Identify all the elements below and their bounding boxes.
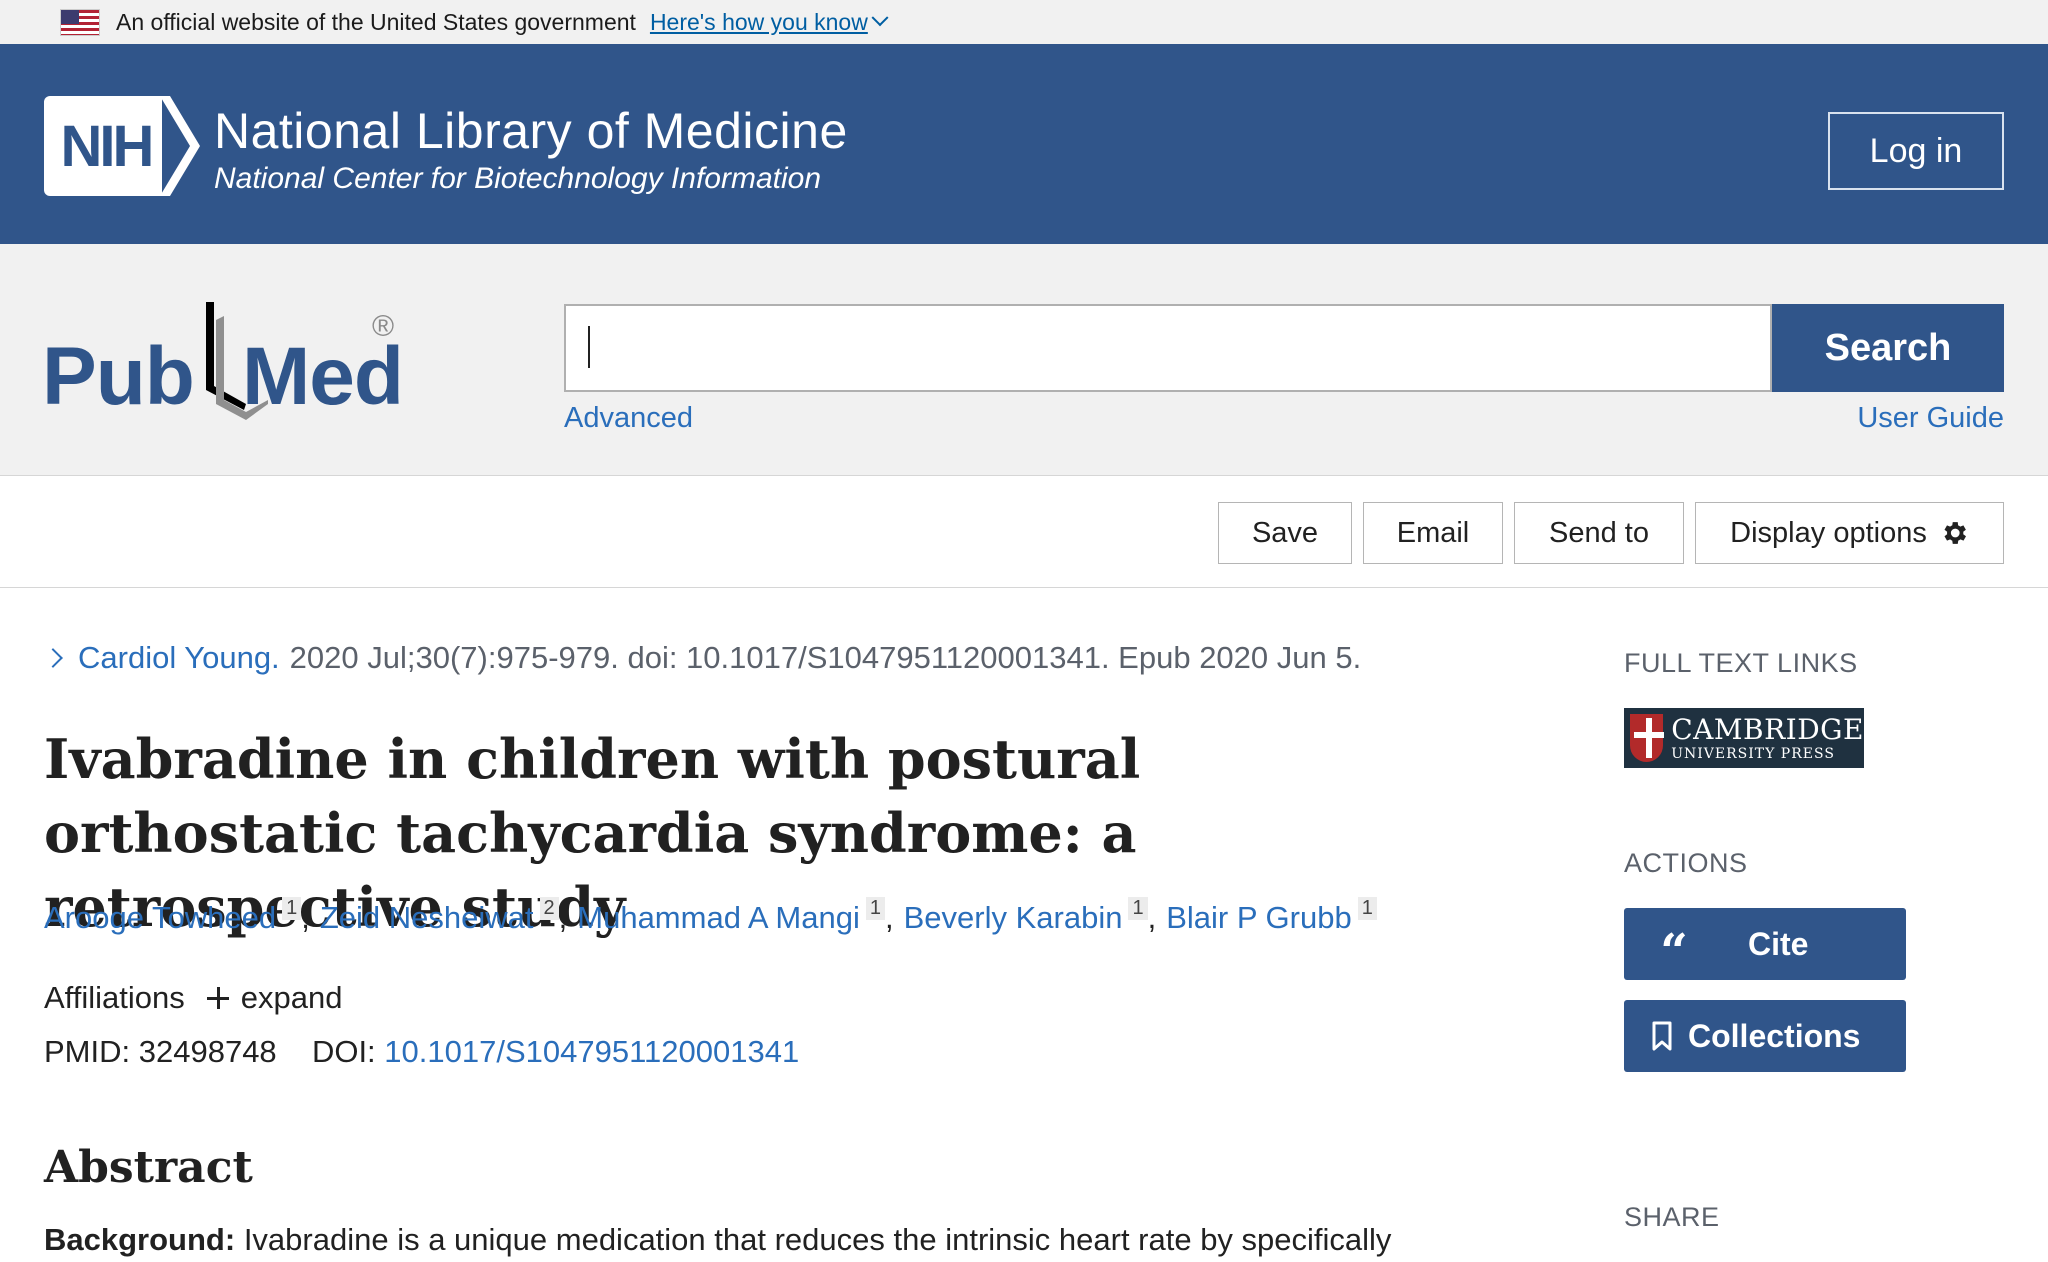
chevron-right-icon[interactable] [43, 648, 63, 668]
nih-header: NIH National Library of Medicine Nationa… [0, 44, 2048, 244]
journal-citation: Cardiol Young. 2020 Jul;30(7):975-979. d… [43, 640, 1362, 676]
gov-banner: An official website of the United States… [0, 0, 2048, 44]
ncbi-subtitle: National Center for Biotechnology Inform… [214, 162, 822, 195]
nlm-title[interactable]: National Library of Medicine [214, 102, 848, 160]
heres-how-you-know-link[interactable]: Here's how you know [649, 8, 889, 36]
expand-affiliations-button[interactable]: expand [241, 980, 343, 1016]
pmid-value: 32498748 [138, 1034, 277, 1069]
search-input[interactable] [564, 304, 1772, 392]
cite-button[interactable]: “ Cite [1624, 908, 1906, 980]
author-list: Arooge Towheed 1, Zeid Nesheiwat 2, Muha… [44, 897, 1377, 936]
affiliation-number[interactable]: 2 [539, 897, 559, 920]
cambridge-wordmark-line1: CAMBRIDGE [1671, 712, 1864, 746]
chevron-down-icon [871, 9, 889, 27]
cambridge-wordmark-line2: UNIVERSITY PRESS [1671, 745, 1835, 762]
pmid-label: PMID: [44, 1034, 131, 1069]
author-separator: , [1147, 900, 1157, 935]
affiliations-label: Affiliations [44, 980, 185, 1015]
article-toolbar: Save Email Send to Display options [0, 476, 2048, 588]
author-link[interactable]: Zeid Nesheiwat [320, 900, 534, 936]
cite-label: Cite [1748, 925, 1809, 962]
text-cursor [588, 326, 590, 368]
pubmed-logo-med: Med [242, 331, 404, 422]
affiliation-number[interactable]: 1 [282, 897, 302, 920]
search-button[interactable]: Search [1772, 304, 2004, 392]
full-text-links-heading: FULL TEXT LINKS [1624, 648, 1858, 678]
doi-link[interactable]: 10.1017/S1047951120001341 [384, 1034, 799, 1069]
cambridge-full-text-link[interactable]: CAMBRIDGE UNIVERSITY PRESS [1624, 708, 1864, 768]
cambridge-shield-icon [1630, 714, 1665, 762]
email-button[interactable]: Email [1363, 502, 1503, 564]
affiliation-number[interactable]: 1 [865, 897, 885, 920]
article-identifiers: PMID: 32498748 DOI: 10.1017/S10479511200… [44, 1034, 799, 1070]
nih-logo-chevron-icon [160, 96, 200, 196]
registered-mark: ® [372, 310, 395, 343]
heres-how-you-know-label: Here's how you know [649, 8, 868, 35]
abstract-background-text: Ivabradine is a unique medication that r… [243, 1222, 1392, 1257]
author-link[interactable]: Arooge Towheed [44, 900, 276, 936]
affiliations-row: Affiliations expand [44, 980, 342, 1016]
gov-banner-text: An official website of the United States… [116, 8, 636, 35]
author-separator: , [301, 900, 310, 935]
nih-logo-text: NIH [44, 96, 162, 196]
doi-label: DOI: [311, 1034, 376, 1069]
advanced-search-link[interactable]: Advanced [564, 402, 693, 435]
display-options-label: Display options [1730, 516, 1927, 549]
save-button[interactable]: Save [1218, 502, 1352, 564]
quote-icon: “ [1660, 924, 1688, 980]
collections-button[interactable]: Collections [1624, 1000, 1906, 1072]
gear-icon [1944, 522, 1966, 544]
abstract-heading: Abstract [44, 1142, 253, 1193]
abstract-background: Background: Ivabradine is a unique medic… [44, 1222, 1484, 1262]
user-guide-link[interactable]: User Guide [1857, 402, 2004, 435]
share-heading: SHARE [1624, 1202, 1720, 1232]
author-link[interactable]: Muhammad A Mangi [577, 900, 860, 936]
author-link[interactable]: Blair P Grubb [1166, 900, 1352, 936]
collections-label: Collections [1688, 1017, 1861, 1054]
us-flag-icon [60, 8, 100, 36]
actions-heading: ACTIONS [1624, 848, 1748, 878]
affiliation-number[interactable]: 1 [1128, 897, 1148, 920]
display-options-button[interactable]: Display options [1695, 502, 2004, 564]
pubmed-logo[interactable]: Pub Med ® [42, 300, 422, 430]
abstract-background-label: Background: [44, 1222, 236, 1257]
author-separator: , [558, 900, 568, 935]
login-button[interactable]: Log in [1828, 112, 2004, 190]
send-to-button[interactable]: Send to [1514, 502, 1684, 564]
plus-icon[interactable] [206, 987, 229, 1009]
author-link[interactable]: Beverly Karabin [904, 900, 1123, 936]
pubmed-logo-pub: Pub [42, 331, 195, 422]
journal-link[interactable]: Cardiol Young. [78, 640, 280, 676]
nih-logo[interactable]: NIH [44, 96, 200, 196]
cambridge-wordmark: CAMBRIDGE UNIVERSITY PRESS [1671, 712, 1864, 762]
author-separator: , [884, 900, 894, 935]
citation-details: 2020 Jul;30(7):975-979. doi: 10.1017/S10… [289, 640, 1362, 675]
affiliation-number[interactable]: 1 [1357, 897, 1377, 920]
bookmark-icon [1652, 1021, 1672, 1051]
search-band: Pub Med ® Search Advanced User Guide [0, 244, 2048, 476]
